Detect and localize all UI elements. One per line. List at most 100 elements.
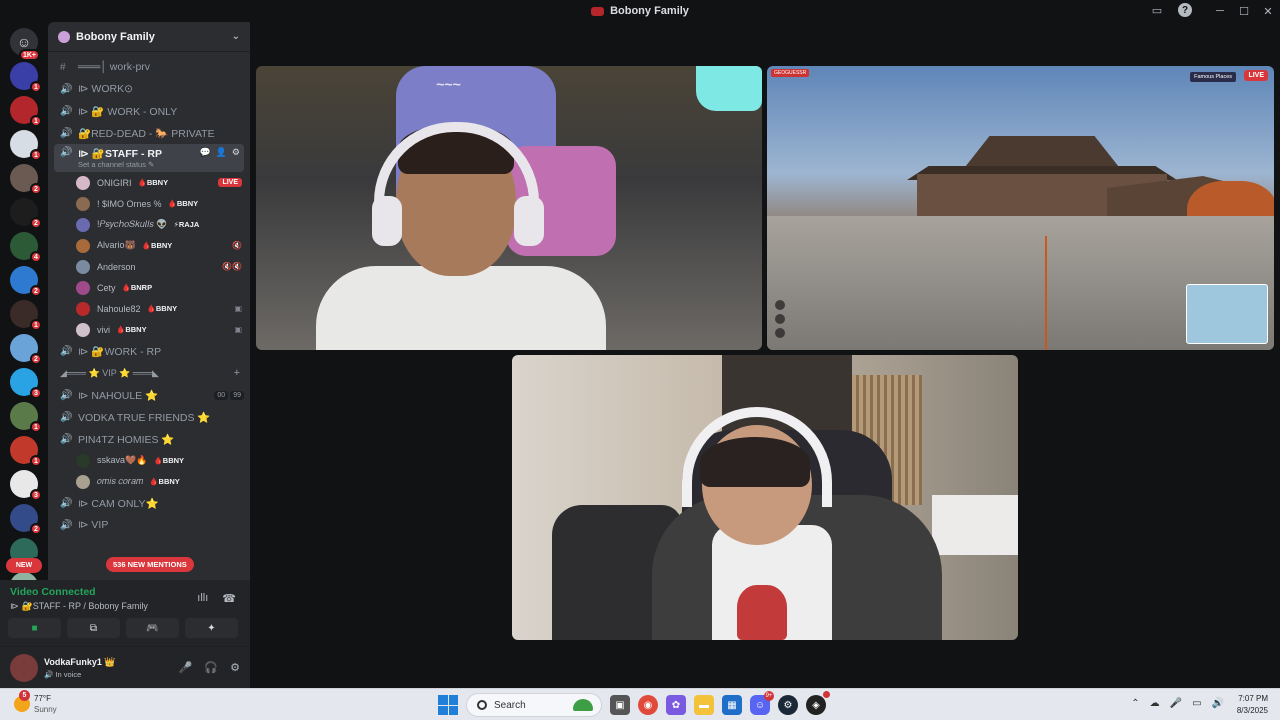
chat-icon[interactable]: 💬 bbox=[199, 147, 210, 158]
server-icon-5[interactable]: 4 bbox=[10, 232, 42, 263]
avatar bbox=[76, 175, 90, 190]
gear-icon[interactable]: ⚙ bbox=[232, 147, 240, 158]
close-button[interactable]: ✕ bbox=[1256, 0, 1280, 22]
server-name: Bobony Family bbox=[76, 30, 155, 43]
camera-button[interactable]: ■ bbox=[8, 618, 61, 638]
server-icon-4[interactable]: 2 bbox=[10, 198, 42, 229]
inbox-icon[interactable]: ▭ bbox=[1150, 3, 1164, 17]
category-vip[interactable]: ◢═══ ⭐ VIP ⭐ ═══◣ + bbox=[54, 362, 244, 384]
channel-status[interactable]: Set a channel status ✎ bbox=[78, 160, 154, 169]
voice-user[interactable]: sskava🤎🔥 🩸BBNY bbox=[76, 450, 242, 471]
new-mentions-pill[interactable]: 536 NEW MENTIONS bbox=[106, 557, 194, 572]
weather-temp: 77°F bbox=[34, 694, 51, 703]
channel-item[interactable]: 🔊 ⧐ WORK⊙ bbox=[54, 78, 244, 100]
screen-share-button[interactable]: ⧉ bbox=[67, 618, 120, 638]
channel-item[interactable]: 🔊 ⧐ NAHOULE ⭐ 00 99 bbox=[54, 384, 244, 406]
channel-item[interactable]: 🔊 🔐RED-DEAD - 🐎 PRIVATE bbox=[54, 122, 244, 144]
store-icon[interactable]: ▦ bbox=[722, 695, 742, 715]
server-icon-6[interactable]: 2 bbox=[10, 266, 42, 297]
voice-user[interactable]: vivi 🩸BBNY ▣ bbox=[76, 319, 242, 340]
server-badge: 1 bbox=[30, 319, 42, 331]
task-view-icon[interactable]: ▣ bbox=[610, 695, 630, 715]
user-panel: VodkaFunky1 👑 🔊 In voice 🎤 🎧 ⚙ bbox=[0, 646, 250, 688]
video-tile-webcam-2[interactable] bbox=[512, 355, 1018, 640]
search-placeholder: Search bbox=[494, 699, 526, 711]
server-icon-3[interactable]: 2 bbox=[10, 164, 42, 195]
server-icon-13[interactable]: 2 bbox=[10, 504, 42, 535]
server-icon-10[interactable]: 1 bbox=[10, 402, 42, 433]
weather-widget[interactable]: 5 77°F Sunny bbox=[14, 690, 57, 715]
server-header[interactable]: Bobony Family ⌄ bbox=[48, 22, 250, 52]
server-badge: 2 bbox=[30, 217, 42, 229]
clock[interactable]: 7:07 PM 8/3/2025 bbox=[1237, 693, 1268, 717]
gear-icon[interactable]: ⚙ bbox=[230, 661, 240, 674]
taskbar-search[interactable]: Search bbox=[466, 693, 602, 717]
chevron-down-icon: ⌄ bbox=[231, 31, 240, 42]
voice-user[interactable]: ONIGIRI 🩸BBNY LIVE bbox=[76, 172, 242, 193]
minimize-button[interactable]: ─ bbox=[1208, 0, 1232, 22]
user-status-icon: 🔇 bbox=[232, 241, 242, 250]
channel-item[interactable]: 🔊 ⧐ 🔐 WORK - ONLY bbox=[54, 100, 244, 122]
channel-item[interactable]: 🔊 ⧐ VIP bbox=[54, 514, 244, 536]
voice-user[interactable]: Alvario🐻 🩸BBNY 🔇 bbox=[76, 235, 242, 256]
channel-label: VODKA TRUE FRIENDS ⭐ bbox=[78, 411, 211, 424]
voice-user[interactable]: !𝑃𝑠𝑦𝑐ℎ𝑜𝑆𝑘𝑢𝑙𝑙𝑠 👽 ⚡RAJA bbox=[76, 214, 242, 235]
voice-user[interactable]: Anderson 🔇🔇 bbox=[76, 256, 242, 277]
server-icon-11[interactable]: 1 bbox=[10, 436, 42, 467]
voice-user[interactable]: 𝑜𝑚𝑖𝑠 𝑐𝑜𝑟𝑎𝑚 🩸BBNY bbox=[76, 471, 242, 492]
video-tile-webcam-1[interactable]: ~~~ bbox=[256, 66, 762, 350]
invite-icon[interactable]: 👤 bbox=[216, 147, 227, 158]
server-icon-12[interactable]: 3 bbox=[10, 470, 42, 501]
voice-user[interactable]: ! $IMO Ornes % 🩸BBNY bbox=[76, 193, 242, 214]
steam-icon[interactable]: ⚙ bbox=[778, 695, 798, 715]
server-icon-1[interactable]: 1 bbox=[10, 96, 42, 127]
copilot-icon[interactable]: ✿ bbox=[666, 695, 686, 715]
server-icon-9[interactable]: 3 bbox=[10, 368, 42, 399]
server-icon-2[interactable]: 1 bbox=[10, 130, 42, 161]
search-highlight-icon bbox=[573, 699, 593, 711]
maximize-button[interactable]: ☐ bbox=[1232, 0, 1256, 22]
cloud-icon[interactable]: ☁ bbox=[1150, 698, 1160, 709]
chrome-icon[interactable]: ◉ bbox=[638, 695, 658, 715]
start-button[interactable] bbox=[438, 695, 458, 715]
channel-item[interactable]: 🔊 PIN4TZ HOMIES ⭐ bbox=[54, 428, 244, 450]
activity-button[interactable]: 🎮 bbox=[126, 618, 179, 638]
weather-badge: 5 bbox=[19, 690, 30, 701]
discord-icon[interactable]: ☺ 9+ bbox=[750, 691, 774, 715]
avatar bbox=[76, 196, 90, 211]
channel-item[interactable]: 🔊 ⧐ 🔐WORK - RP bbox=[54, 340, 244, 362]
microphone-icon[interactable]: 🎤 bbox=[179, 661, 193, 674]
channel-staff-rp[interactable]: 🔊 ⧐ 🔐STAFF - RP Set a channel status ✎ 💬… bbox=[54, 144, 244, 172]
channel-item[interactable]: 🔊 VODKA TRUE FRIENDS ⭐ bbox=[54, 406, 244, 428]
voice-user[interactable]: Nahoule82 🩸BBNY ▣ bbox=[76, 298, 242, 319]
clock-time: 7:07 PM bbox=[1238, 694, 1268, 703]
volume-icon[interactable]: 🔊 bbox=[1212, 698, 1224, 709]
channel-item[interactable]: # ═══│ work-prv bbox=[54, 56, 244, 78]
add-channel-icon[interactable]: + bbox=[234, 367, 240, 379]
chevron-up-icon[interactable]: ⌃ bbox=[1131, 698, 1139, 709]
avatar bbox=[76, 238, 90, 253]
server-icon-15[interactable]: 2 bbox=[10, 572, 38, 580]
server-badge: 1 bbox=[30, 81, 42, 93]
server-icon-8[interactable]: 2 bbox=[10, 334, 42, 365]
user-clan-tag: ⚡RAJA bbox=[173, 220, 200, 229]
avatar bbox=[76, 280, 90, 295]
help-icon[interactable]: ? bbox=[1178, 3, 1192, 17]
avatar[interactable] bbox=[10, 653, 38, 682]
app-icon[interactable]: ◈ bbox=[806, 691, 830, 715]
file-explorer-icon[interactable]: ▬ bbox=[694, 695, 714, 715]
disconnect-icon[interactable]: ☎ bbox=[222, 592, 236, 605]
voice-channel-icon: 🔊 bbox=[60, 389, 73, 401]
microphone-icon[interactable]: 🎤 bbox=[1170, 698, 1182, 709]
soundboard-button[interactable]: ✦ bbox=[185, 618, 238, 638]
video-tile-stream[interactable]: GEOGUESSR Famous Places LIVE bbox=[767, 66, 1274, 350]
server-icon-7[interactable]: 1 bbox=[10, 300, 42, 331]
new-unreads-pill[interactable]: NEW bbox=[6, 558, 42, 573]
channel-item[interactable]: 🔊 ⧐ CAM ONLY⭐ bbox=[54, 492, 244, 514]
server-icon-0[interactable]: 1 bbox=[10, 62, 42, 93]
display-icon[interactable]: ▭ bbox=[1192, 698, 1201, 709]
noise-suppression-icon[interactable]: ıllı bbox=[197, 592, 208, 605]
voice-user[interactable]: Cety 🩸BNRP bbox=[76, 277, 242, 298]
direct-messages-button[interactable]: ☺ 1K+ bbox=[10, 28, 40, 61]
headphones-icon[interactable]: 🎧 bbox=[204, 661, 218, 674]
